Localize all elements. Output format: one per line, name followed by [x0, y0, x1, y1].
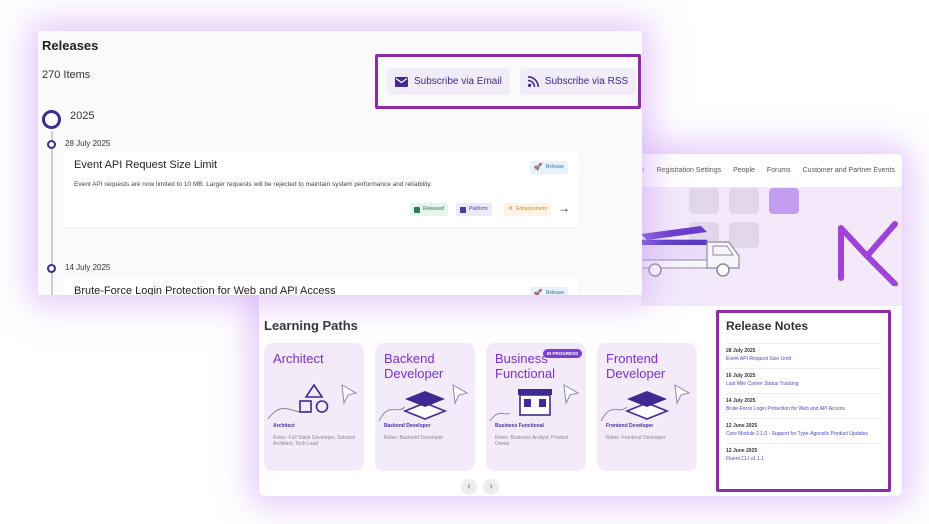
releases-title: Releases	[42, 38, 99, 53]
learning-path-role: Backend Developer	[384, 423, 431, 429]
nav-forums[interactable]: Forums	[767, 167, 791, 174]
release-note-date: 12 June 2025	[726, 423, 758, 429]
learning-paths-title: Learning Paths	[264, 318, 358, 333]
rocket-icon: 🚀	[533, 290, 543, 295]
type-tag-label: Enhancement	[516, 206, 547, 212]
entry-date: 28 July 2025	[65, 139, 111, 148]
release-entry[interactable]: Event API Request Size Limit 🚀 Release E…	[64, 151, 578, 227]
mail-icon	[395, 76, 408, 87]
subscribe-rss-label: Subscribe via RSS	[544, 76, 629, 87]
grid-icon	[460, 206, 466, 213]
release-tag-label: Release	[545, 290, 564, 295]
learning-path-roles: Roles: Full Stack Developer, Solution Ar…	[273, 435, 356, 447]
release-note-date: 14 July 2025	[726, 398, 756, 404]
entry-title[interactable]: Brute-Force Login Protection for Web and…	[74, 285, 336, 295]
learning-path-name: Architect	[273, 351, 324, 366]
release-note-link[interactable]: Last Mile Carrier Status Tracking	[726, 381, 881, 387]
year-marker	[42, 110, 61, 129]
learning-path-card-backend[interactable]: Backend Developer Backend Developer Role…	[375, 343, 475, 471]
learning-path-role: Business Functional	[495, 423, 544, 429]
type-tag: ✕ Enhancement	[504, 203, 551, 216]
screenshot-stage: s Registration Settings People Forums Cu…	[0, 0, 929, 524]
nav-registration-settings[interactable]: Registration Settings	[657, 167, 722, 174]
release-note-date: 28 July 2025	[726, 348, 756, 354]
release-note-item[interactable]: 12 June 2025 Core Module 2.1.0 - Support…	[726, 418, 881, 443]
learning-path-role: Architect	[273, 423, 295, 429]
check-icon	[414, 206, 420, 213]
area-tag: Platform	[456, 203, 492, 216]
release-note-date: 12 June 2025	[726, 448, 758, 454]
release-note-date: 16 July 2025	[726, 373, 756, 379]
release-tag: 🚀 Release	[529, 287, 568, 295]
area-tag-label: Platform	[469, 206, 488, 212]
release-note-item[interactable]: 16 July 2025 Last Mile Carrier Status Tr…	[726, 368, 881, 393]
learning-path-roles: Roles: Backend Developer	[384, 435, 444, 441]
release-notes-title: Release Notes	[726, 319, 809, 333]
tools-icon: ✕	[508, 206, 514, 212]
learning-path-roles: Roles: Business Analyst, Product Owner	[495, 435, 569, 447]
entry-title[interactable]: Event API Request Size Limit	[74, 159, 217, 171]
learning-path-role: Frontend Developer	[606, 423, 654, 429]
learning-path-card-architect[interactable]: Architect Architect Roles: Full Stack De…	[264, 343, 364, 471]
carousel-controls: ‹ ›	[461, 479, 499, 495]
release-note-item[interactable]: 12 June 2025 Fluent CLI v1.1.1	[726, 443, 881, 468]
learning-path-roles: Roles: Frontend Developer	[606, 435, 666, 441]
nav-customer-partner-events[interactable]: Customer and Partner Events	[803, 167, 895, 174]
hero-tile	[729, 188, 759, 214]
learning-path-card-business[interactable]: IN PROGRESS Business Functional Business…	[486, 343, 586, 471]
entry-date: 14 July 2025	[65, 263, 111, 272]
status-tag: Released	[410, 203, 449, 216]
releases-card: Releases 270 Items Subscribe via Email S…	[38, 31, 642, 295]
release-note-link[interactable]: Fluent CLI v1.1.1	[726, 456, 881, 462]
top-nav: s Registration Settings People Forums Cu…	[641, 154, 902, 188]
release-note-item[interactable]: 14 July 2025 Brute-Force Login Protectio…	[726, 393, 881, 418]
rss-icon	[527, 76, 539, 87]
release-note-link[interactable]: Brute-Force Login Protection for Web and…	[726, 406, 881, 412]
releases-item-count: 270 Items	[42, 69, 91, 81]
nav-people[interactable]: People	[733, 167, 755, 174]
in-progress-badge: IN PROGRESS	[542, 349, 582, 358]
hero-tile	[689, 188, 719, 214]
release-note-item[interactable]: 28 July 2025 Event API Request Size Limi…	[726, 343, 881, 368]
release-note-link[interactable]: Event API Request Size Limit	[726, 356, 881, 362]
delivery-truck-icon	[641, 226, 740, 277]
layers-icon	[378, 384, 469, 422]
hero-tile-highlight	[769, 188, 799, 214]
carousel-next-button[interactable]: ›	[483, 479, 499, 495]
subscribe-rss-button[interactable]: Subscribe via RSS	[519, 68, 637, 95]
status-tag-label: Released	[423, 206, 445, 212]
release-tag-label: Release	[545, 164, 564, 170]
subscribe-email-button[interactable]: Subscribe via Email	[387, 68, 510, 95]
release-note-link[interactable]: Core Module 2.1.0 - Support for Type-Agn…	[726, 431, 881, 437]
brand-mark-icon	[838, 221, 898, 286]
storefront-icon	[489, 384, 580, 422]
subscribe-email-label: Subscribe via Email	[414, 76, 502, 87]
date-marker	[47, 264, 56, 273]
carousel-prev-button[interactable]: ‹	[461, 479, 477, 495]
release-entry[interactable]: Brute-Force Login Protection for Web and…	[64, 277, 578, 295]
learning-path-card-frontend[interactable]: Frontend Developer Frontend Developer Ro…	[597, 343, 697, 471]
release-notes-panel: Release Notes 28 July 2025 Event API Req…	[716, 310, 891, 492]
layers-icon	[600, 384, 691, 422]
subscribe-box: Subscribe via Email Subscribe via RSS	[375, 54, 641, 109]
hero-banner	[641, 188, 902, 306]
rocket-icon: 🚀	[533, 164, 543, 171]
arrow-right-icon[interactable]: →	[558, 201, 570, 215]
year-label: 2025	[70, 110, 95, 122]
shapes-icon	[267, 383, 358, 420]
release-tag: 🚀 Release	[529, 161, 568, 174]
entry-description: Event API requests are now limited to 10…	[74, 181, 432, 188]
date-marker	[47, 140, 56, 149]
